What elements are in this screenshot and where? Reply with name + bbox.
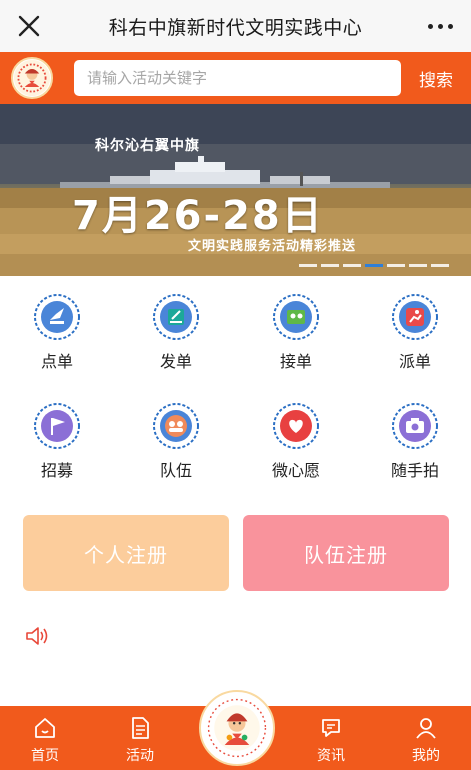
- tab-home[interactable]: 首页: [0, 706, 90, 770]
- search-button[interactable]: 搜索: [419, 66, 453, 91]
- page-title: 科右中旗新时代文明实践中心: [108, 16, 363, 39]
- grid-label: 微心愿: [271, 461, 320, 480]
- carousel-dot-active[interactable]: [365, 264, 383, 267]
- grid-item-dispatch[interactable]: 派单: [356, 294, 471, 372]
- carousel-dot[interactable]: [343, 264, 361, 267]
- grid-item-order[interactable]: 点单: [0, 294, 116, 372]
- tab-label: 资讯: [317, 748, 345, 764]
- search-input[interactable]: [74, 60, 401, 96]
- camera-icon: [392, 403, 438, 449]
- heart-icon: [273, 403, 319, 449]
- tab-label: 活动: [126, 748, 154, 764]
- grid-item-wish[interactable]: 微心愿: [237, 403, 355, 481]
- grid-label: 发单: [159, 352, 192, 371]
- carousel-dot[interactable]: [431, 264, 449, 267]
- title-bar: 科右中旗新时代文明实践中心: [0, 0, 471, 52]
- banner-heading: 科尔沁右翼中旗: [95, 138, 200, 154]
- tab-mine[interactable]: 我的: [381, 706, 471, 770]
- grid-item-recruit[interactable]: 招募: [0, 403, 116, 481]
- app-page: 科右中旗新时代文明实践中心 搜索: [0, 0, 471, 770]
- accept-icon: [273, 294, 319, 340]
- grid-label: 接单: [279, 352, 312, 371]
- dispatch-icon: [392, 294, 438, 340]
- team-register-button[interactable]: 队伍注册: [243, 515, 449, 591]
- carousel-dot[interactable]: [299, 264, 317, 267]
- search-bar: 搜索: [0, 52, 471, 104]
- grid-label: 随手拍: [390, 461, 439, 480]
- grid-item-team[interactable]: 队伍: [117, 403, 235, 481]
- banner-date: 7月26-28日: [72, 193, 324, 239]
- grid-label: 派单: [398, 352, 431, 371]
- grid-label: 队伍: [159, 461, 192, 480]
- tab-activity[interactable]: 活动: [95, 706, 185, 770]
- grid-label: 点单: [40, 352, 73, 371]
- recruit-flag-icon: [34, 403, 80, 449]
- team-icon: [153, 403, 199, 449]
- chat-icon: [322, 719, 340, 737]
- tab-label: 我的: [412, 748, 440, 764]
- grid-item-snapshot[interactable]: 随手拍: [356, 403, 471, 481]
- grid-item-accept[interactable]: 接单: [237, 294, 355, 372]
- mascot-logo: [202, 693, 272, 763]
- order-icon: [34, 294, 80, 340]
- tab-news[interactable]: 资讯: [286, 706, 376, 770]
- close-icon[interactable]: [16, 13, 42, 39]
- more-icon[interactable]: [428, 24, 453, 29]
- document-icon: [132, 717, 149, 739]
- grid-item-publish[interactable]: 发单: [117, 294, 235, 372]
- logo-badge: [11, 57, 53, 99]
- banner-subtitle: 文明实践服务活动精彩推送: [188, 239, 357, 254]
- carousel-dot[interactable]: [387, 264, 405, 267]
- carousel-indicator[interactable]: [299, 264, 449, 267]
- publish-icon: [153, 294, 199, 340]
- speaker-icon: [26, 627, 48, 645]
- tab-label: 首页: [31, 748, 59, 764]
- center-logo-button[interactable]: [199, 690, 275, 766]
- carousel-dot[interactable]: [321, 264, 339, 267]
- carousel-dot[interactable]: [409, 264, 427, 267]
- user-icon: [416, 718, 436, 739]
- home-icon: [35, 718, 55, 738]
- personal-register-button[interactable]: 个人注册: [23, 515, 229, 591]
- banner-carousel[interactable]: 科尔沁右翼中旗 7月26-28日 文明实践服务活动精彩推送: [0, 104, 471, 276]
- grid-label: 招募: [40, 461, 73, 480]
